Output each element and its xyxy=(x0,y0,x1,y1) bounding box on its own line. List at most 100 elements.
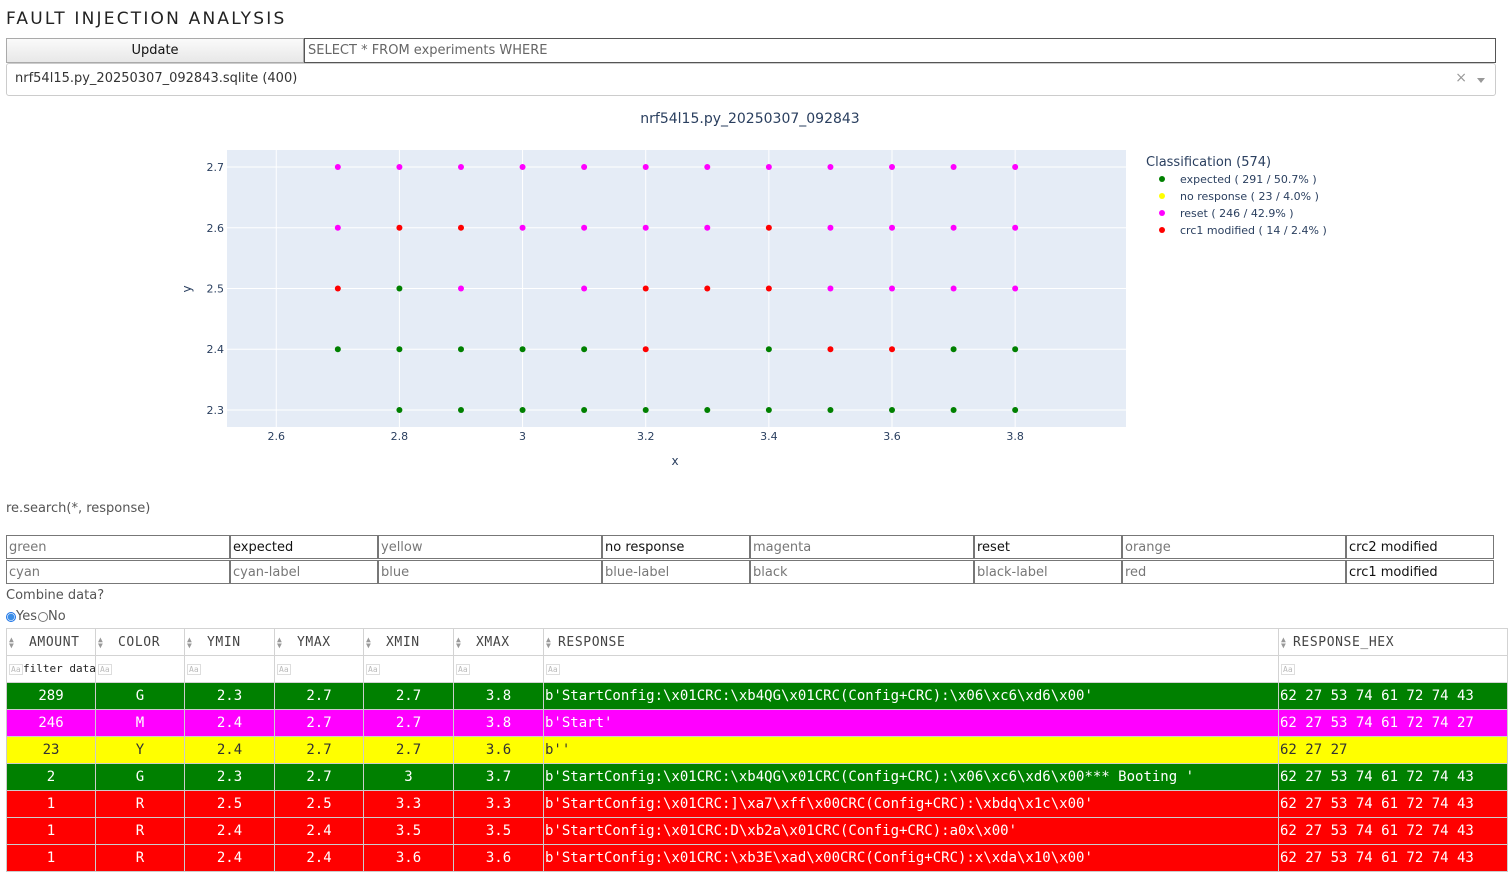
query-input[interactable] xyxy=(304,38,1496,63)
filter-cell[interactable]: Aa xyxy=(1279,656,1508,683)
data-point[interactable] xyxy=(827,224,834,231)
data-point[interactable] xyxy=(519,164,526,171)
data-point[interactable] xyxy=(457,346,464,353)
data-point[interactable] xyxy=(704,164,711,171)
table-row[interactable]: 23 Y 2.4 2.7 2.7 3.6 b'' 62 27 27 xyxy=(6,737,1508,764)
sort-icon[interactable]: ▲ ▼ xyxy=(98,635,106,649)
data-point[interactable] xyxy=(889,406,896,413)
data-point[interactable] xyxy=(396,346,403,353)
legend-entry[interactable]: crc1 modified ( 14 / 2.4% ) xyxy=(1180,224,1327,237)
color-input[interactable] xyxy=(378,560,602,584)
filter-cell[interactable]: Aa xyxy=(364,656,454,683)
data-point[interactable] xyxy=(827,406,834,413)
sort-icon[interactable]: ▲ ▼ xyxy=(187,635,195,649)
table-row[interactable]: 1 R 2.4 2.4 3.6 3.6 b'StartConfig:\x01CRC:\xb3… xyxy=(6,845,1508,872)
clear-icon[interactable]: × xyxy=(1455,70,1467,86)
data-point[interactable] xyxy=(704,224,711,231)
legend-marker[interactable] xyxy=(1159,227,1165,233)
data-point[interactable] xyxy=(457,406,464,413)
update-button[interactable]: Update xyxy=(6,38,304,63)
data-point[interactable] xyxy=(457,285,464,292)
data-point[interactable] xyxy=(642,224,649,231)
filter-cell[interactable]: Aa xyxy=(454,656,544,683)
label-input[interactable] xyxy=(1346,560,1494,584)
column-header-response[interactable]: ▲ ▼ RESPONSE xyxy=(544,628,1279,656)
case-toggle-icon[interactable]: Aa xyxy=(9,663,23,675)
label-input[interactable] xyxy=(1346,535,1494,559)
data-point[interactable] xyxy=(396,406,403,413)
data-point[interactable] xyxy=(765,406,772,413)
legend-entry[interactable]: reset ( 246 / 42.9% ) xyxy=(1180,207,1294,220)
label-input[interactable] xyxy=(974,560,1122,584)
legend-entry[interactable]: expected ( 291 / 50.7% ) xyxy=(1180,173,1317,186)
data-point[interactable] xyxy=(396,285,403,292)
data-point[interactable] xyxy=(334,164,341,171)
legend-marker[interactable] xyxy=(1159,176,1165,182)
case-toggle-icon[interactable]: Aa xyxy=(98,663,112,675)
color-input[interactable] xyxy=(378,535,602,559)
label-input[interactable] xyxy=(602,560,750,584)
color-input[interactable] xyxy=(6,535,230,559)
data-point[interactable] xyxy=(519,346,526,353)
radio-no-label[interactable]: No xyxy=(48,609,66,624)
filter-cell[interactable]: Aafilter data...Aa xyxy=(6,656,96,683)
filter-cell[interactable]: Aa xyxy=(96,656,185,683)
column-header-xmax[interactable]: ▲ ▼ XMAX xyxy=(454,628,544,656)
data-point[interactable] xyxy=(334,285,341,292)
data-point[interactable] xyxy=(581,224,588,231)
legend-marker[interactable] xyxy=(1159,210,1165,216)
case-toggle-icon[interactable]: Aa xyxy=(187,663,201,675)
data-point[interactable] xyxy=(457,164,464,171)
sort-icon[interactable]: ▲ ▼ xyxy=(9,635,17,649)
data-point[interactable] xyxy=(396,224,403,231)
data-point[interactable] xyxy=(950,224,957,231)
color-input[interactable] xyxy=(750,535,974,559)
data-point[interactable] xyxy=(950,285,957,292)
radio-yes[interactable] xyxy=(6,611,16,622)
data-point[interactable] xyxy=(950,406,957,413)
label-input[interactable] xyxy=(230,535,378,559)
data-point[interactable] xyxy=(704,285,711,292)
data-point[interactable] xyxy=(827,285,834,292)
table-row[interactable]: 289 G 2.3 2.7 2.7 3.8 b'StartConfig:\x01CRC:\x… xyxy=(6,683,1508,710)
case-toggle-icon[interactable]: Aa xyxy=(1281,663,1295,675)
data-point[interactable] xyxy=(950,346,957,353)
filter-cell[interactable]: Aa xyxy=(185,656,275,683)
label-input[interactable] xyxy=(974,535,1122,559)
data-point[interactable] xyxy=(889,224,896,231)
data-point[interactable] xyxy=(889,285,896,292)
case-toggle-icon[interactable]: Aa xyxy=(456,663,470,675)
table-row[interactable]: 1 R 2.4 2.4 3.5 3.5 b'StartConfig:\x01CRC:D\xb… xyxy=(6,818,1508,845)
data-point[interactable] xyxy=(765,224,772,231)
color-input[interactable] xyxy=(750,560,974,584)
sort-icon[interactable]: ▲ ▼ xyxy=(366,635,374,649)
table-row[interactable]: 2 G 2.3 2.7 3 3.7 b'StartConfig:\x01CRC:\xb4QG… xyxy=(6,764,1508,791)
data-point[interactable] xyxy=(457,224,464,231)
sort-icon[interactable]: ▲ ▼ xyxy=(1281,635,1289,649)
data-point[interactable] xyxy=(519,406,526,413)
color-input[interactable] xyxy=(1122,560,1346,584)
data-point[interactable] xyxy=(642,164,649,171)
case-toggle-icon[interactable]: Aa xyxy=(546,663,560,675)
data-point[interactable] xyxy=(765,346,772,353)
data-point[interactable] xyxy=(642,346,649,353)
case-toggle-icon[interactable]: Aa xyxy=(366,663,380,675)
data-point[interactable] xyxy=(642,406,649,413)
radio-yes-label[interactable]: Yes xyxy=(16,609,37,624)
data-point[interactable] xyxy=(642,285,649,292)
legend-marker[interactable] xyxy=(1159,193,1165,199)
data-point[interactable] xyxy=(334,346,341,353)
color-input[interactable] xyxy=(6,560,230,584)
column-header-response-hex[interactable]: ▲ ▼ RESPONSE_HEX xyxy=(1279,628,1508,656)
column-header-ymin[interactable]: ▲ ▼ YMIN xyxy=(185,628,275,656)
color-input[interactable] xyxy=(1122,535,1346,559)
label-input[interactable] xyxy=(602,535,750,559)
radio-no[interactable] xyxy=(38,611,48,622)
label-input[interactable] xyxy=(230,560,378,584)
data-point[interactable] xyxy=(1012,164,1019,171)
database-select[interactable]: nrf54l15.py_20250307_092843.sqlite (400)… xyxy=(6,63,1496,96)
column-header-color[interactable]: ▲ ▼ COLOR xyxy=(96,628,185,656)
data-point[interactable] xyxy=(1012,406,1019,413)
column-header-ymax[interactable]: ▲ ▼ YMAX xyxy=(275,628,364,656)
table-row[interactable]: 246 M 2.4 2.7 2.7 3.8 b'Start' 62 27 53 74 61 7… xyxy=(6,710,1508,737)
